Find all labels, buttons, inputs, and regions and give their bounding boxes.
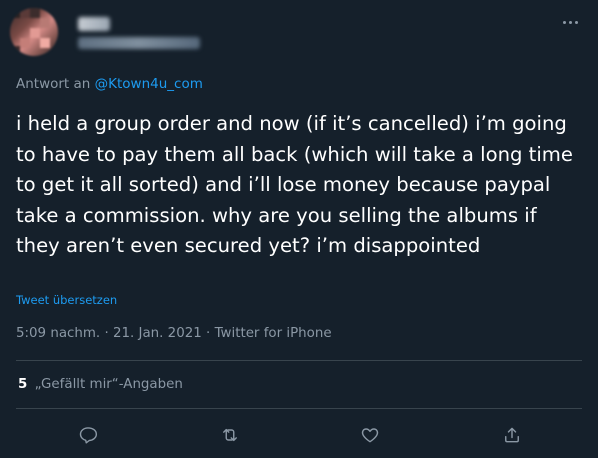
divider: [16, 408, 582, 409]
avatar[interactable]: [10, 8, 58, 56]
display-name-redacted[interactable]: [78, 17, 110, 31]
reply-handle-link[interactable]: @Ktown4u_com: [95, 76, 203, 92]
translate-tweet-link[interactable]: Tweet übersetzen: [16, 293, 117, 307]
likes-stat[interactable]: 5 „Gefällt mir“-Angaben: [18, 377, 183, 392]
meta-separator: ·: [104, 326, 109, 341]
tweet-meta: 5:09 nachm. · 21. Jan. 2021 · Twitter fo…: [16, 326, 332, 341]
likes-count: 5: [18, 377, 28, 392]
reply-icon[interactable]: [73, 420, 103, 450]
more-icon[interactable]: [558, 14, 582, 30]
divider: [16, 360, 582, 361]
likes-label: „Gefällt mir“-Angaben: [34, 377, 183, 392]
tweet-date[interactable]: 21. Jan. 2021: [113, 326, 202, 341]
reply-prefix: Antwort an: [16, 76, 91, 92]
tweet-header: [0, 0, 598, 66]
tweet-source[interactable]: Twitter for iPhone: [215, 326, 332, 341]
action-bar: [0, 420, 598, 450]
username-redacted[interactable]: [78, 37, 200, 49]
tweet-text: i held a group order and now (if it’s ca…: [16, 112, 573, 258]
meta-separator: ·: [206, 326, 211, 341]
reply-context: Antwort an @Ktown4u_com: [16, 76, 203, 92]
retweet-icon[interactable]: [215, 420, 245, 450]
tweet-time[interactable]: 5:09 nachm.: [16, 326, 100, 341]
heart-icon[interactable]: [355, 420, 385, 450]
share-icon[interactable]: [497, 420, 527, 450]
